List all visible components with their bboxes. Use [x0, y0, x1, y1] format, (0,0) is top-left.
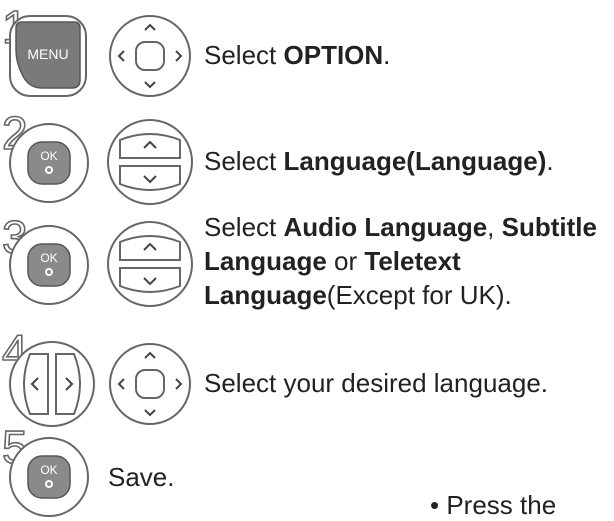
footnote: • Press the: [430, 490, 557, 520]
step-1: 1 MENU Select OPTION.: [0, 0, 614, 100]
navigation-pad-icon: [109, 15, 191, 97]
ok-button-label: OK: [40, 149, 57, 163]
step-4: 4 Select your desired language.: [0, 327, 614, 430]
ok-button-label: OK: [40, 251, 57, 265]
step-2-instruction: Select Language(Language).: [204, 146, 554, 176]
ok-button: OK: [9, 437, 89, 517]
ok-button: OK: [9, 123, 89, 203]
menu-button: MENU: [9, 15, 87, 97]
step-1-instruction: Select OPTION.: [204, 40, 391, 70]
up-down-button-icon: [107, 221, 193, 307]
ok-button: OK: [9, 225, 89, 305]
navigation-pad-icon: [109, 343, 191, 425]
step-2: 2 OK Select Language(Language).: [0, 100, 614, 205]
step-5-instruction: Save.: [108, 462, 175, 492]
menu-button-label: MENU: [27, 46, 68, 62]
up-down-button-icon: [107, 119, 193, 205]
step-3-instruction-line-1: Select Audio Language, Subtitle: [204, 212, 597, 242]
step-3-instruction-line-3: Language(Except for UK).: [204, 280, 512, 310]
ok-button-label: OK: [40, 463, 57, 477]
left-right-button-icon: [9, 341, 95, 427]
step-3-instruction-line-2: Language or Teletext: [204, 246, 461, 276]
step-4-instruction: Select your desired language.: [204, 368, 549, 398]
step-3: 3 OK Select Audio Language, Subtitle Lan…: [0, 200, 614, 320]
